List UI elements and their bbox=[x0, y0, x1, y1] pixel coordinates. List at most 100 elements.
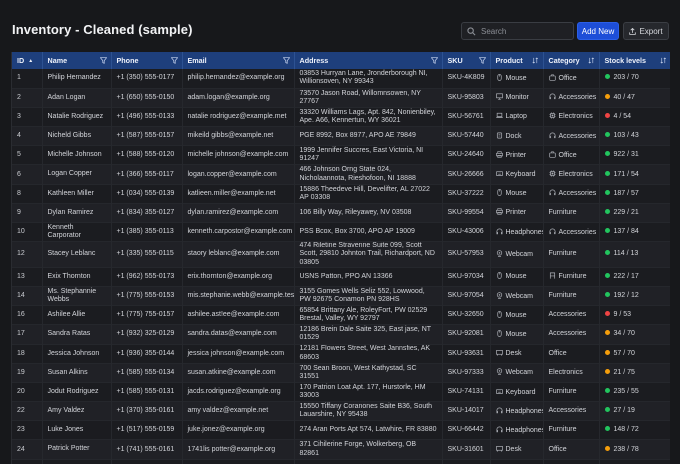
table-row[interactable]: 2 Adan Logan +1 (650) 555-0150 adam.logan@e… bbox=[12, 88, 670, 108]
cell-address: PGE 8992, Box 8977, APO AE 79849 bbox=[294, 126, 443, 146]
stock-status-dot bbox=[604, 189, 610, 195]
stock-value: 148 / 72 bbox=[613, 426, 639, 434]
table-row[interactable]: 9 Dylan Ramirez +1 (834) 355-0127 dylan.ram… bbox=[12, 203, 670, 223]
cell-email[interactable]: kenneth.carpostor@example.com bbox=[182, 222, 295, 242]
filter-icon[interactable] bbox=[282, 57, 290, 64]
cell-email[interactable]: mikeild gibbs@example.net bbox=[182, 126, 295, 146]
category-label: Office bbox=[558, 74, 577, 82]
cell-name: Kenneth Carporator bbox=[42, 222, 112, 242]
filter-icon[interactable] bbox=[430, 57, 438, 64]
table-row[interactable]: 23 Luke Jones +1 (517) 555-0159 juke.jonez@… bbox=[12, 420, 670, 440]
sort-icon[interactable] bbox=[587, 57, 595, 64]
stock-value: 114 / 13 bbox=[613, 250, 639, 258]
table-row[interactable]: 14 Ms. Stephannie Webbs +1 (775) 555-0153 m… bbox=[12, 286, 670, 306]
cell-email[interactable]: michelle johnson@example.com bbox=[182, 145, 295, 165]
cell-address: 7784 William Groet, Calderongon, NI 2876… bbox=[294, 459, 443, 464]
cell-id: 6 bbox=[12, 164, 43, 185]
table-row[interactable]: 4 Nicheld Gibbs +1 (587) 555-0157 mikeild g… bbox=[12, 126, 670, 146]
cell-stock: 201 / 43 bbox=[599, 459, 670, 464]
printer-icon bbox=[495, 151, 503, 158]
table-row[interactable]: 1 Philip Hernandez +1 (350) 555-0177 philip… bbox=[12, 69, 670, 89]
cell-product: Desk bbox=[490, 439, 544, 460]
cell-id: 2 bbox=[12, 88, 43, 108]
table-row[interactable]: 18 Jessica Johnson +1 (936) 355-0144 jessic… bbox=[12, 344, 670, 364]
cell-email[interactable]: adam.logan@example.org bbox=[182, 88, 295, 108]
column-header-sku[interactable]: SKU bbox=[442, 52, 491, 69]
cell-email[interactable]: dylan.ramirez@example.com bbox=[182, 203, 295, 223]
table-row[interactable]: 13 Exix Thornton +1 (962) 555-0173 erix.tho… bbox=[12, 267, 670, 287]
filter-icon[interactable] bbox=[478, 57, 486, 64]
cell-email[interactable]: erix.thornton@example.org bbox=[182, 267, 295, 287]
sort-icon[interactable] bbox=[659, 57, 667, 64]
cell-email[interactable]: amy valdez@example.net bbox=[182, 401, 295, 421]
table-row[interactable]: 24 Patrick Potter +1 (741) 555-0161 1741lis… bbox=[12, 439, 670, 460]
sort-asc-icon[interactable]: ▲ bbox=[28, 58, 33, 64]
category-label: Office bbox=[558, 151, 577, 159]
cell-email[interactable]: jessica johnson@example.com bbox=[182, 344, 295, 364]
table-row[interactable]: 16 Ashilee Allie +1 (775) 755-0157 ashilee.… bbox=[12, 305, 670, 325]
cell-email[interactable]: jacds.rodriguez@example.org bbox=[182, 382, 295, 402]
cell-email[interactable]: ashilee.ast!ee@example.com bbox=[182, 305, 295, 325]
table-row[interactable]: 17 Sandra Ratas +1 (932) 325-0129 sandra.da… bbox=[12, 324, 670, 345]
cell-email[interactable]: staory leblanc@example.com bbox=[182, 241, 295, 268]
column-header-email[interactable]: Email bbox=[182, 52, 295, 69]
cell-stock: 27 / 19 bbox=[599, 401, 670, 421]
add-new-button[interactable]: Add New bbox=[577, 22, 619, 40]
search-box[interactable] bbox=[461, 22, 574, 40]
table-row[interactable]: 12 Stacey Leblanc +1 (335) 555-0115 staory … bbox=[12, 241, 670, 268]
cell-category: Accessories bbox=[543, 324, 600, 345]
table-row[interactable]: 5 Michelle Johnson +1 (588) 555-0120 michel… bbox=[12, 145, 670, 165]
sort-icon[interactable] bbox=[531, 57, 539, 64]
filter-icon[interactable] bbox=[170, 57, 178, 64]
accessories-icon bbox=[549, 132, 555, 138]
cell-address: 33320 Williams Lags, Apt. 842, Nonienbil… bbox=[294, 107, 443, 127]
filter-icon[interactable] bbox=[99, 57, 107, 64]
accessories-icon bbox=[549, 93, 555, 100]
product-label: Mouse bbox=[505, 190, 527, 198]
export-button[interactable]: Export bbox=[623, 22, 669, 40]
category-label: Furniture bbox=[548, 250, 577, 258]
column-header-id[interactable]: ID ▲ bbox=[12, 52, 43, 69]
cell-id: 4 bbox=[12, 126, 43, 146]
column-header-address[interactable]: Address bbox=[294, 52, 443, 69]
table-row[interactable]: 6 Logan Copper +1 (366) 555-0117 logan.copp… bbox=[12, 164, 670, 185]
cell-email[interactable]: philip.hernandez@example.org bbox=[182, 69, 295, 89]
table-row[interactable]: 19 Susan Alkins +1 (585) 555-0134 susan.atk… bbox=[12, 363, 670, 383]
product-label: Headphones bbox=[505, 407, 543, 415]
cell-address: 73570 Jason Road, Willomnsowen, NY 27767 bbox=[294, 88, 443, 108]
cell-product: Desk bbox=[490, 344, 544, 364]
column-header-phone[interactable]: Phone bbox=[111, 52, 183, 69]
cell-email[interactable]: sandra.datas@example.com bbox=[182, 324, 295, 345]
column-header-stock-levels[interactable]: Stock levels bbox=[599, 52, 670, 69]
cell-email[interactable]: natalie rodriguez@example.met bbox=[182, 107, 295, 127]
mouse-icon bbox=[496, 74, 502, 81]
cell-email[interactable]: logan.copper@example.com bbox=[182, 164, 295, 185]
category-label: Electronics bbox=[558, 113, 593, 121]
column-header-product[interactable]: Product bbox=[490, 52, 544, 69]
cell-stock: 222 / 17 bbox=[599, 267, 670, 287]
stock-status-dot bbox=[604, 250, 610, 256]
table-row[interactable]: 25Patricia Flares+1 (748) 885-5159patric… bbox=[12, 459, 670, 464]
cell-email[interactable]: 1741lis potter@example.org bbox=[182, 439, 295, 460]
cell-phone: +1 (034) 555-0139 bbox=[111, 184, 183, 204]
table-row[interactable]: 22 Amy Valdez +1 (370) 355-0161 amy valdez@… bbox=[12, 401, 670, 421]
table-row[interactable]: 20 Jodut Rodriguez +1 (585) 555-0131 jacds.… bbox=[12, 382, 670, 402]
search-input[interactable] bbox=[481, 26, 571, 36]
accessories-icon bbox=[549, 228, 555, 234]
table-row[interactable]: 8 Kathleen Miller +1 (034) 555-0139 katliee… bbox=[12, 184, 670, 204]
cell-address: 371 Cihilerine Forge, Wolkerberg, OB 828… bbox=[294, 439, 443, 460]
column-header-category[interactable]: Category bbox=[543, 52, 600, 69]
product-label: Keyboard bbox=[505, 171, 536, 179]
table-row[interactable]: 10 Kenneth Carporator +1 (385) 355-0113 ken… bbox=[12, 222, 670, 242]
cell-category: Accessories bbox=[543, 184, 600, 204]
cell-name: Ms. Stephannie Webbs bbox=[42, 286, 112, 306]
cell-email[interactable]: katlieen.miller@example.net bbox=[182, 184, 295, 204]
cell-category: Office bbox=[543, 145, 600, 165]
column-header-name[interactable]: Name bbox=[42, 52, 112, 69]
cell-email[interactable]: susan.atkine@example.com bbox=[182, 363, 295, 383]
cell-email[interactable]: mis.stephanie.webb@example.test bbox=[182, 286, 295, 306]
cell-email[interactable]: patric.plares@example.com bbox=[182, 459, 295, 464]
cell-email[interactable]: juke.jonez@example.org bbox=[182, 420, 295, 440]
table-row[interactable]: 3 Natalie Rodriguez +1 (496) 555-0133 natal… bbox=[12, 107, 670, 127]
cell-category: Office bbox=[543, 69, 600, 89]
